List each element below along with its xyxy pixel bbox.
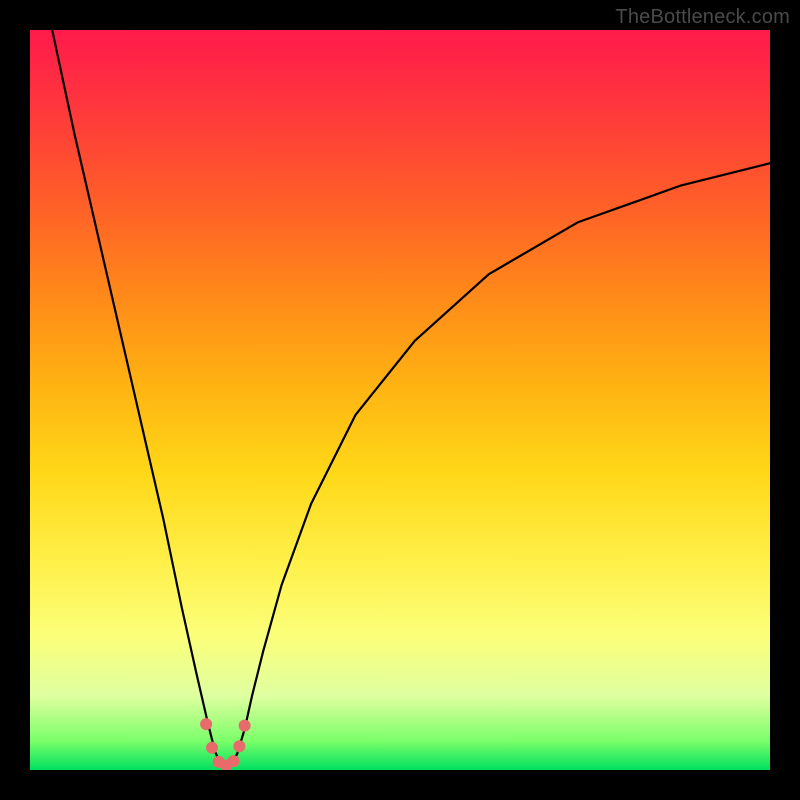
highlight-dot [239, 720, 251, 732]
plot-area [30, 30, 770, 770]
curve-svg [30, 30, 770, 770]
highlight-dot [206, 742, 218, 754]
highlight-dots [200, 718, 251, 770]
bottleneck-curve [52, 30, 770, 769]
highlight-dot [228, 755, 240, 767]
highlight-dot [233, 740, 245, 752]
watermark-label: TheBottleneck.com [615, 6, 790, 29]
highlight-dot [200, 718, 212, 730]
outer-frame: TheBottleneck.com [0, 0, 800, 800]
